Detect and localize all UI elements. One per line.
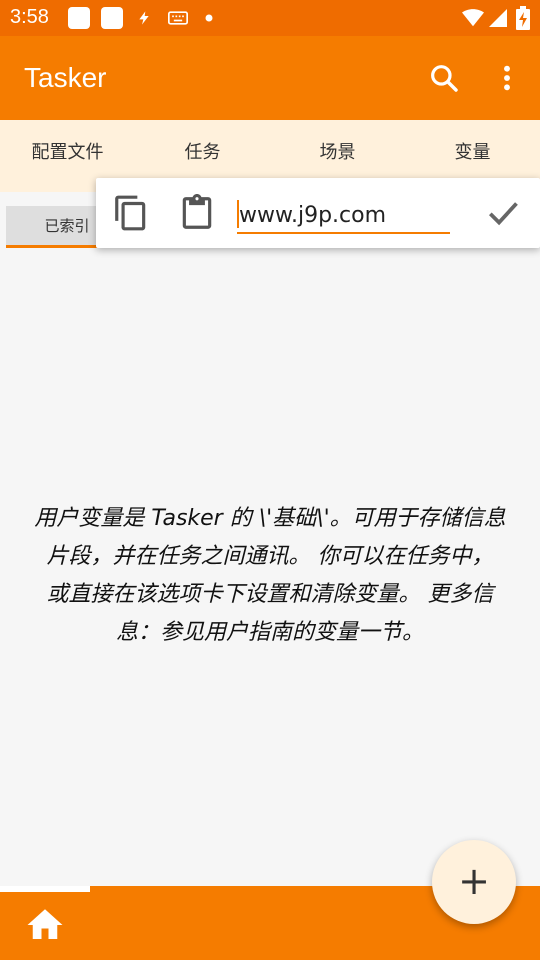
tab-tasks[interactable]: 任务 bbox=[135, 120, 270, 186]
status-bar: 3:58 bbox=[0, 0, 540, 36]
search-icon[interactable] bbox=[428, 62, 460, 94]
text-action-popup bbox=[96, 178, 540, 248]
plus-icon: + bbox=[458, 859, 490, 903]
signal-icon bbox=[489, 9, 507, 27]
bottom-indicator bbox=[0, 886, 90, 892]
keyboard-icon bbox=[168, 11, 188, 25]
help-line: 息：参见用户指南的变量一节。 bbox=[115, 620, 424, 645]
copy-icon[interactable] bbox=[112, 194, 150, 232]
wifi-icon bbox=[462, 9, 484, 27]
tab-variables[interactable]: 变量 bbox=[405, 120, 540, 186]
dot-icon bbox=[205, 14, 213, 22]
app-title: Tasker bbox=[24, 62, 107, 93]
help-line: 或直接在该选项卡下设置和清除变量。 更多信 bbox=[46, 582, 494, 607]
text-input[interactable] bbox=[237, 198, 450, 234]
paste-icon[interactable] bbox=[178, 194, 216, 232]
variables-help-text: 用户变量是 Tasker 的 \'基础\'。可用于存储信息 片段，并在任务之间通… bbox=[0, 500, 540, 652]
check-icon[interactable] bbox=[484, 194, 522, 232]
tab-scenes[interactable]: 场景 bbox=[270, 120, 405, 186]
app-bar: Tasker bbox=[0, 36, 540, 120]
notification-square-icon bbox=[68, 7, 90, 29]
text-caret bbox=[237, 200, 239, 228]
help-line: 片段，并在任务之间通讯。 你可以在任务中， bbox=[46, 544, 494, 569]
help-line: 用户变量是 Tasker 的 \'基础\'。可用于存储信息 bbox=[34, 506, 506, 531]
add-variable-button[interactable]: + bbox=[432, 840, 516, 924]
notification-square-icon bbox=[101, 7, 123, 29]
tab-profiles[interactable]: 配置文件 bbox=[0, 120, 135, 186]
battery-charging-icon bbox=[516, 6, 530, 30]
flash-icon bbox=[139, 11, 149, 25]
status-time: 3:58 bbox=[10, 6, 49, 28]
more-vert-icon[interactable] bbox=[491, 62, 523, 94]
home-icon[interactable] bbox=[24, 904, 66, 946]
